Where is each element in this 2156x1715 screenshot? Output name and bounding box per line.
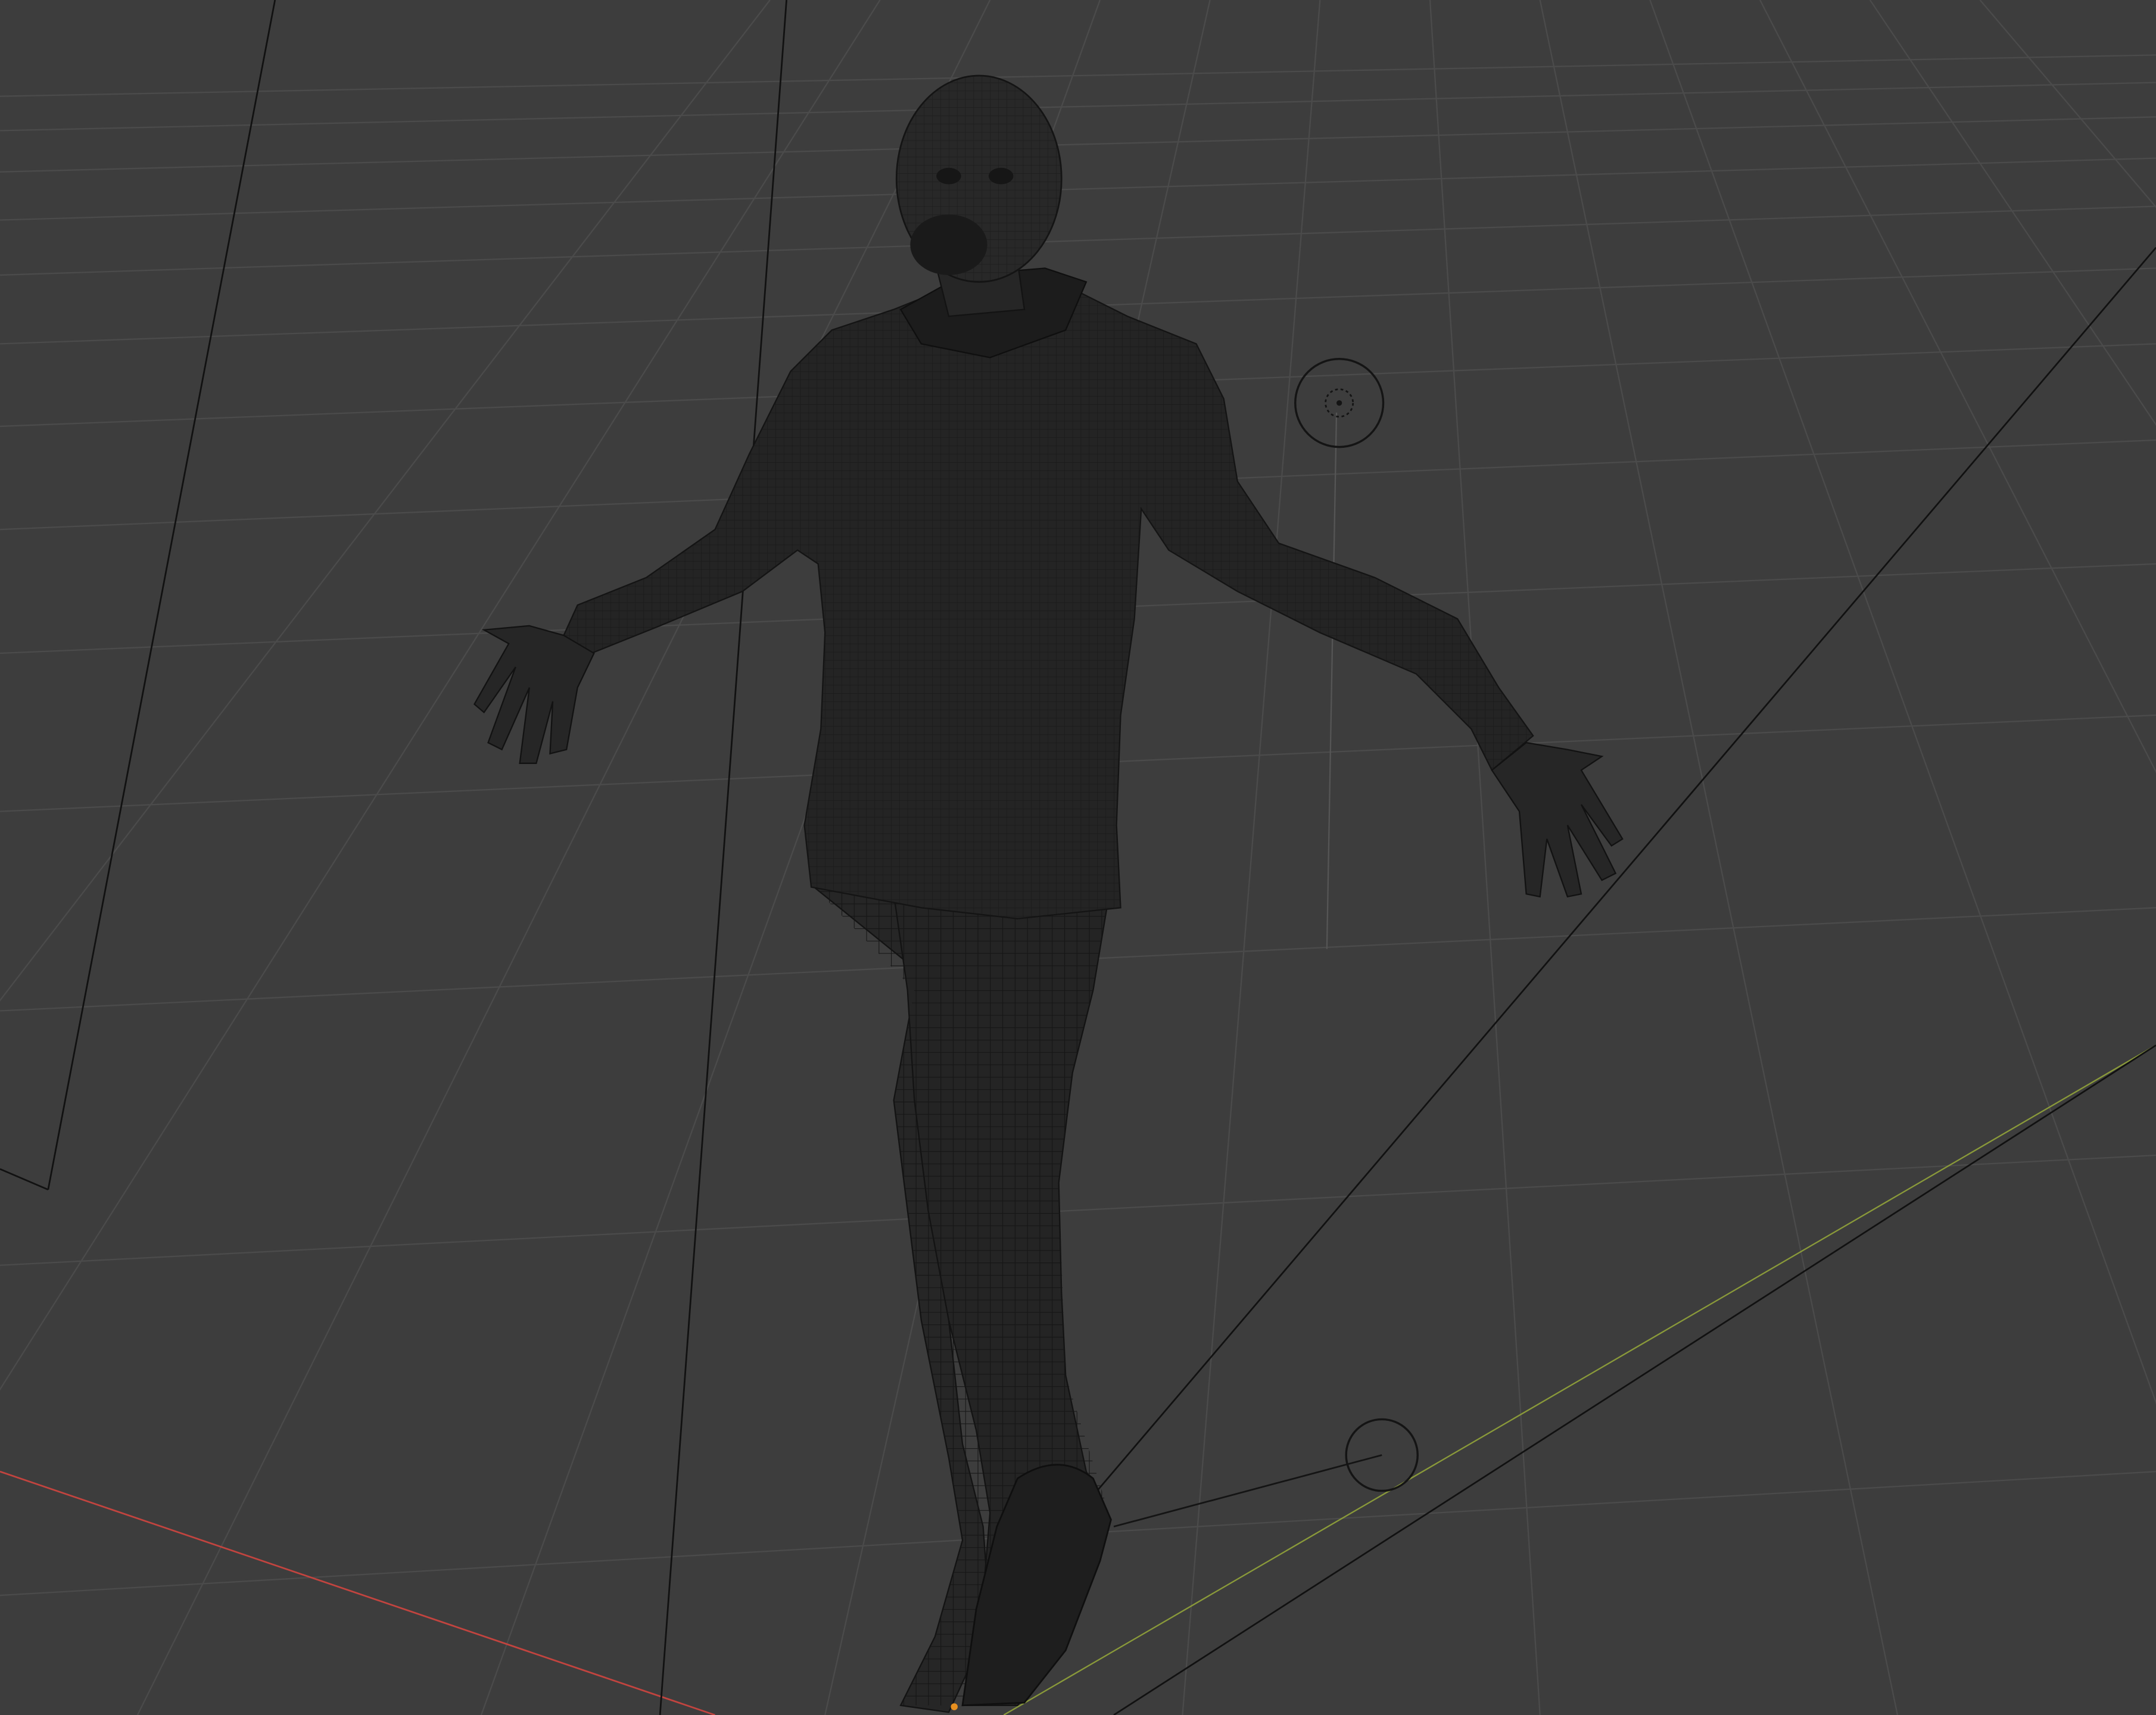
left-eye	[936, 167, 961, 185]
object-origin	[951, 1703, 958, 1710]
right-eye	[988, 167, 1014, 185]
3d-viewport[interactable]	[0, 0, 2156, 1715]
face-shadow	[910, 214, 987, 275]
viewport-canvas[interactable]	[0, 0, 2156, 1715]
